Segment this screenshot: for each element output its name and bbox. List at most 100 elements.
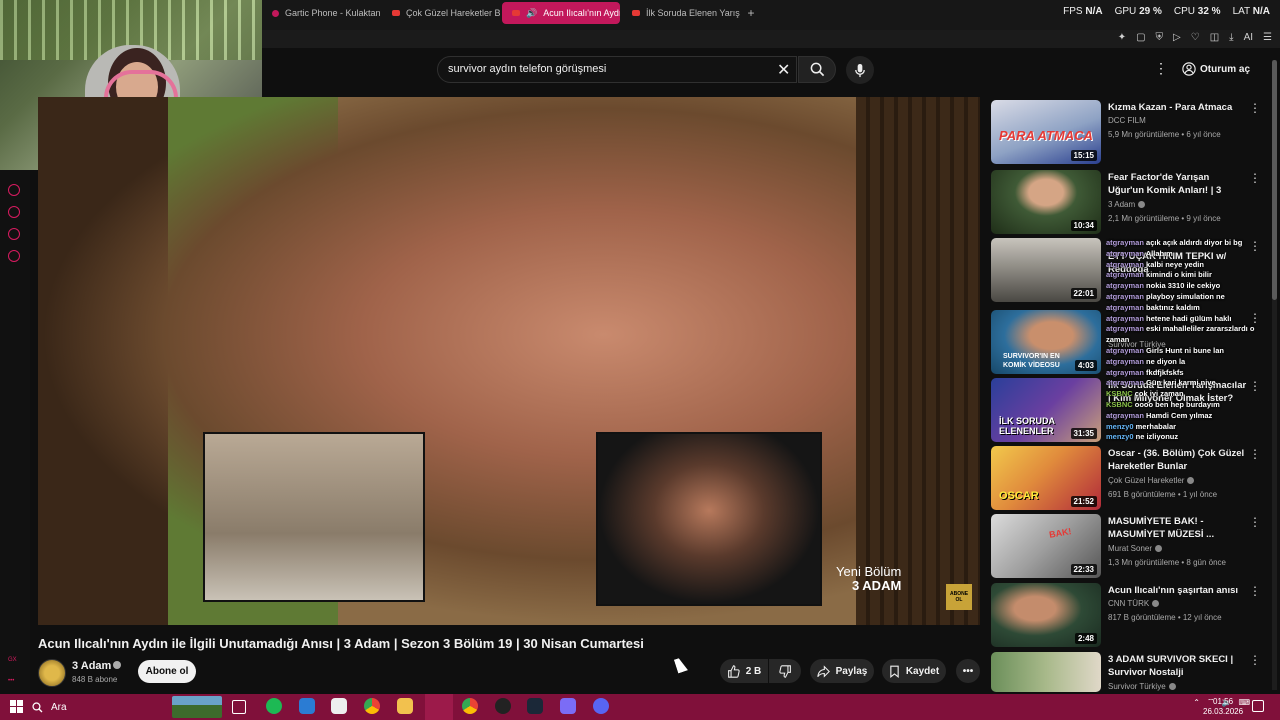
opera-gx-icon[interactable] [425,694,453,720]
recommendation-title[interactable]: Kızma Kazan - Para Atmaca [1108,101,1248,114]
recommendation-item[interactable]: 10:34 Fear Factor'de Yarışan Uğur'un Kom… [991,170,1269,234]
chat-bubble-icon[interactable] [8,228,20,240]
share-button[interactable]: Paylaş [810,659,874,683]
video-thumbnail[interactable] [991,652,1101,692]
signin-button[interactable]: Oturum aç [1182,58,1250,80]
channel-avatar[interactable] [38,659,66,687]
recommendation-channel[interactable]: Murat Soner [1108,544,1163,553]
screenshot-icon[interactable]: ▢ [1136,32,1145,43]
tab-bar: Gartic Phone - Kulaktan K Çok Güzel Hare… [262,0,760,26]
video-player[interactable]: Yeni Bölüm 3 ADAM ABONE OL [38,97,980,625]
voice-search-button[interactable] [846,56,874,84]
recommendation-channel[interactable]: CNN TÜRK [1108,599,1160,608]
video-thumbnail[interactable]: BAK! 22:33 [991,514,1101,578]
search-highlight-image[interactable] [172,696,222,718]
more-options-icon[interactable]: ⋮ [1154,60,1168,77]
video-thumbnail[interactable]: 22:01 [991,238,1101,302]
video-thumbnail[interactable]: İLK SORUDA ELENENLER 31:35 [991,378,1101,442]
recommendation-title[interactable]: Fear Factor'de Yarışan Uğur'un Komik Anl… [1108,171,1248,197]
video-thumbnail[interactable]: OSCAR 21:52 [991,446,1101,510]
discord-icon[interactable] [593,698,609,714]
steam-icon[interactable] [527,698,543,714]
channel-name[interactable]: 3 Adam [72,660,111,672]
recommendation-title[interactable]: Acun Ilıcalı'nın şaşırtan anısı [1108,584,1248,597]
record-icon[interactable] [8,184,20,196]
history-icon[interactable] [8,206,20,218]
recommendation-channel[interactable]: DCC FILM [1108,116,1146,125]
video-thumbnail[interactable]: 10:34 [991,170,1101,234]
recommendation-item[interactable]: 2:48 Acun Ilıcalı'nın şaşırtan anısı CNN… [991,583,1269,647]
recommendation-title[interactable]: MASUMİYETE BAK! - MASUMİYET MÜZESİ ... [1108,515,1248,541]
tab-acun-ilicali[interactable]: 🔊 Acun Ilıcalı'nın Aydın il [502,2,620,24]
gx-icon[interactable]: GX [8,657,17,663]
duration-badge: 22:33 [1070,564,1097,575]
more-options-icon[interactable]: ⋮ [1249,653,1261,667]
wallet-icon[interactable]: ◫ [1210,32,1219,43]
recommendation-channel[interactable]: 3 Adam [1108,200,1146,209]
file-explorer-icon[interactable] [397,698,413,714]
settings-icon[interactable] [8,250,20,262]
heart-icon[interactable]: ♡ [1191,32,1200,43]
search-box[interactable] [437,56,797,83]
duration-badge: 21:52 [1070,496,1097,507]
recommendation-title[interactable]: 3 ADAM SURVIVOR SKECI | Survivor Nostalj… [1108,653,1248,679]
video-thumbnail[interactable]: 2:48 [991,583,1101,647]
tab-ilk-soruda[interactable]: İlk Soruda Elenen Yarışma [622,2,740,24]
pin-icon[interactable]: ✦ [1118,32,1126,43]
new-tab-button[interactable]: + [742,4,760,22]
more-dots-icon[interactable]: ••• [8,678,14,684]
video-thumbnail[interactable]: PARA ATMACA 15:15 [991,100,1101,164]
search-button[interactable] [798,56,836,83]
spotify-icon[interactable] [266,698,282,714]
clear-search-icon[interactable]: ✕ [777,60,790,80]
notification-icon[interactable] [1252,700,1264,712]
subscribe-watermark[interactable]: ABONE OL [946,584,972,610]
chat-username: atgrayman [1106,356,1144,366]
tab-cok-guzel-hareketler[interactable]: Çok Güzel Hareketler Bun [382,2,500,24]
more-options-icon[interactable]: ⋮ [1249,447,1261,461]
search-input[interactable] [448,63,768,75]
app-icon[interactable] [560,698,576,714]
github-icon[interactable] [495,698,511,714]
recommendation-item[interactable]: BAK! 22:33 MASUMİYETE BAK! - MASUMİYET M… [991,514,1269,578]
recommendation-channel[interactable]: Çok Güzel Hareketler [1108,476,1195,485]
verified-badge-icon [1155,545,1163,552]
more-options-icon[interactable]: ⋮ [1249,515,1261,529]
mail-icon[interactable] [299,698,315,714]
chat-username: atgrayman [1106,378,1144,388]
chrome-icon-2[interactable] [462,698,478,714]
search-icon [32,701,43,712]
recommendation-meta: 1,3 Mn görüntüleme • 8 gün önce [1108,558,1226,567]
chat-username: atgrayman [1106,410,1144,420]
scrollbar-thumb[interactable] [1272,60,1277,300]
tab-gartic-phone[interactable]: Gartic Phone - Kulaktan K [262,2,380,24]
ai-icon[interactable]: AI [1244,32,1253,43]
task-view-icon[interactable] [232,700,246,714]
chat-message: atgrayman kalbi neye yedin [1106,260,1280,270]
store-icon[interactable] [331,698,347,714]
shield-icon[interactable]: ⛨ [1156,32,1164,43]
more-options-icon[interactable]: ⋮ [1249,171,1261,185]
taskbar-clock[interactable]: 01:56 26.03.2026 [1203,697,1243,717]
subscribe-button[interactable]: Abone ol [138,660,196,683]
recommendation-item[interactable]: 3 ADAM SURVIVOR SKECI | Survivor Nostalj… [991,652,1269,692]
more-options-icon[interactable]: ⋮ [1249,584,1261,598]
performance-overlay: FPS N/A GPU 29 % CPU 32 % LAT N/A [1063,6,1270,17]
chat-message: atgrayman Gün kari karmi nive [1106,378,1280,388]
like-button[interactable]: 2 B [720,659,768,683]
recommendation-item[interactable]: OSCAR 21:52 Oscar - (36. Bölüm) Çok Güze… [991,446,1269,510]
save-button[interactable]: Kaydet [882,659,946,683]
recommendation-title[interactable]: Oscar - (36. Bölüm) Çok Güzel Hareketler… [1108,447,1248,473]
recommendation-channel[interactable]: Survivor Türkiye [1108,682,1176,691]
recommendation-item[interactable]: PARA ATMACA 15:15 Kızma Kazan - Para Atm… [991,100,1269,164]
dislike-button[interactable] [769,659,801,683]
more-actions-button[interactable]: ••• [956,659,980,683]
video-thumbnail[interactable]: SURVIVOR'IN EN KOMİK VİDEOSU 4:03 [991,310,1101,374]
windows-start-icon[interactable] [10,700,23,713]
play-icon[interactable]: ▷ [1173,32,1181,43]
download-icon[interactable]: ⤓ [1229,32,1233,43]
menu-icon[interactable]: ☰ [1263,32,1272,43]
chrome-icon[interactable] [364,698,380,714]
chevron-up-icon[interactable]: ⌃ [1193,698,1200,707]
more-options-icon[interactable]: ⋮ [1249,101,1261,115]
